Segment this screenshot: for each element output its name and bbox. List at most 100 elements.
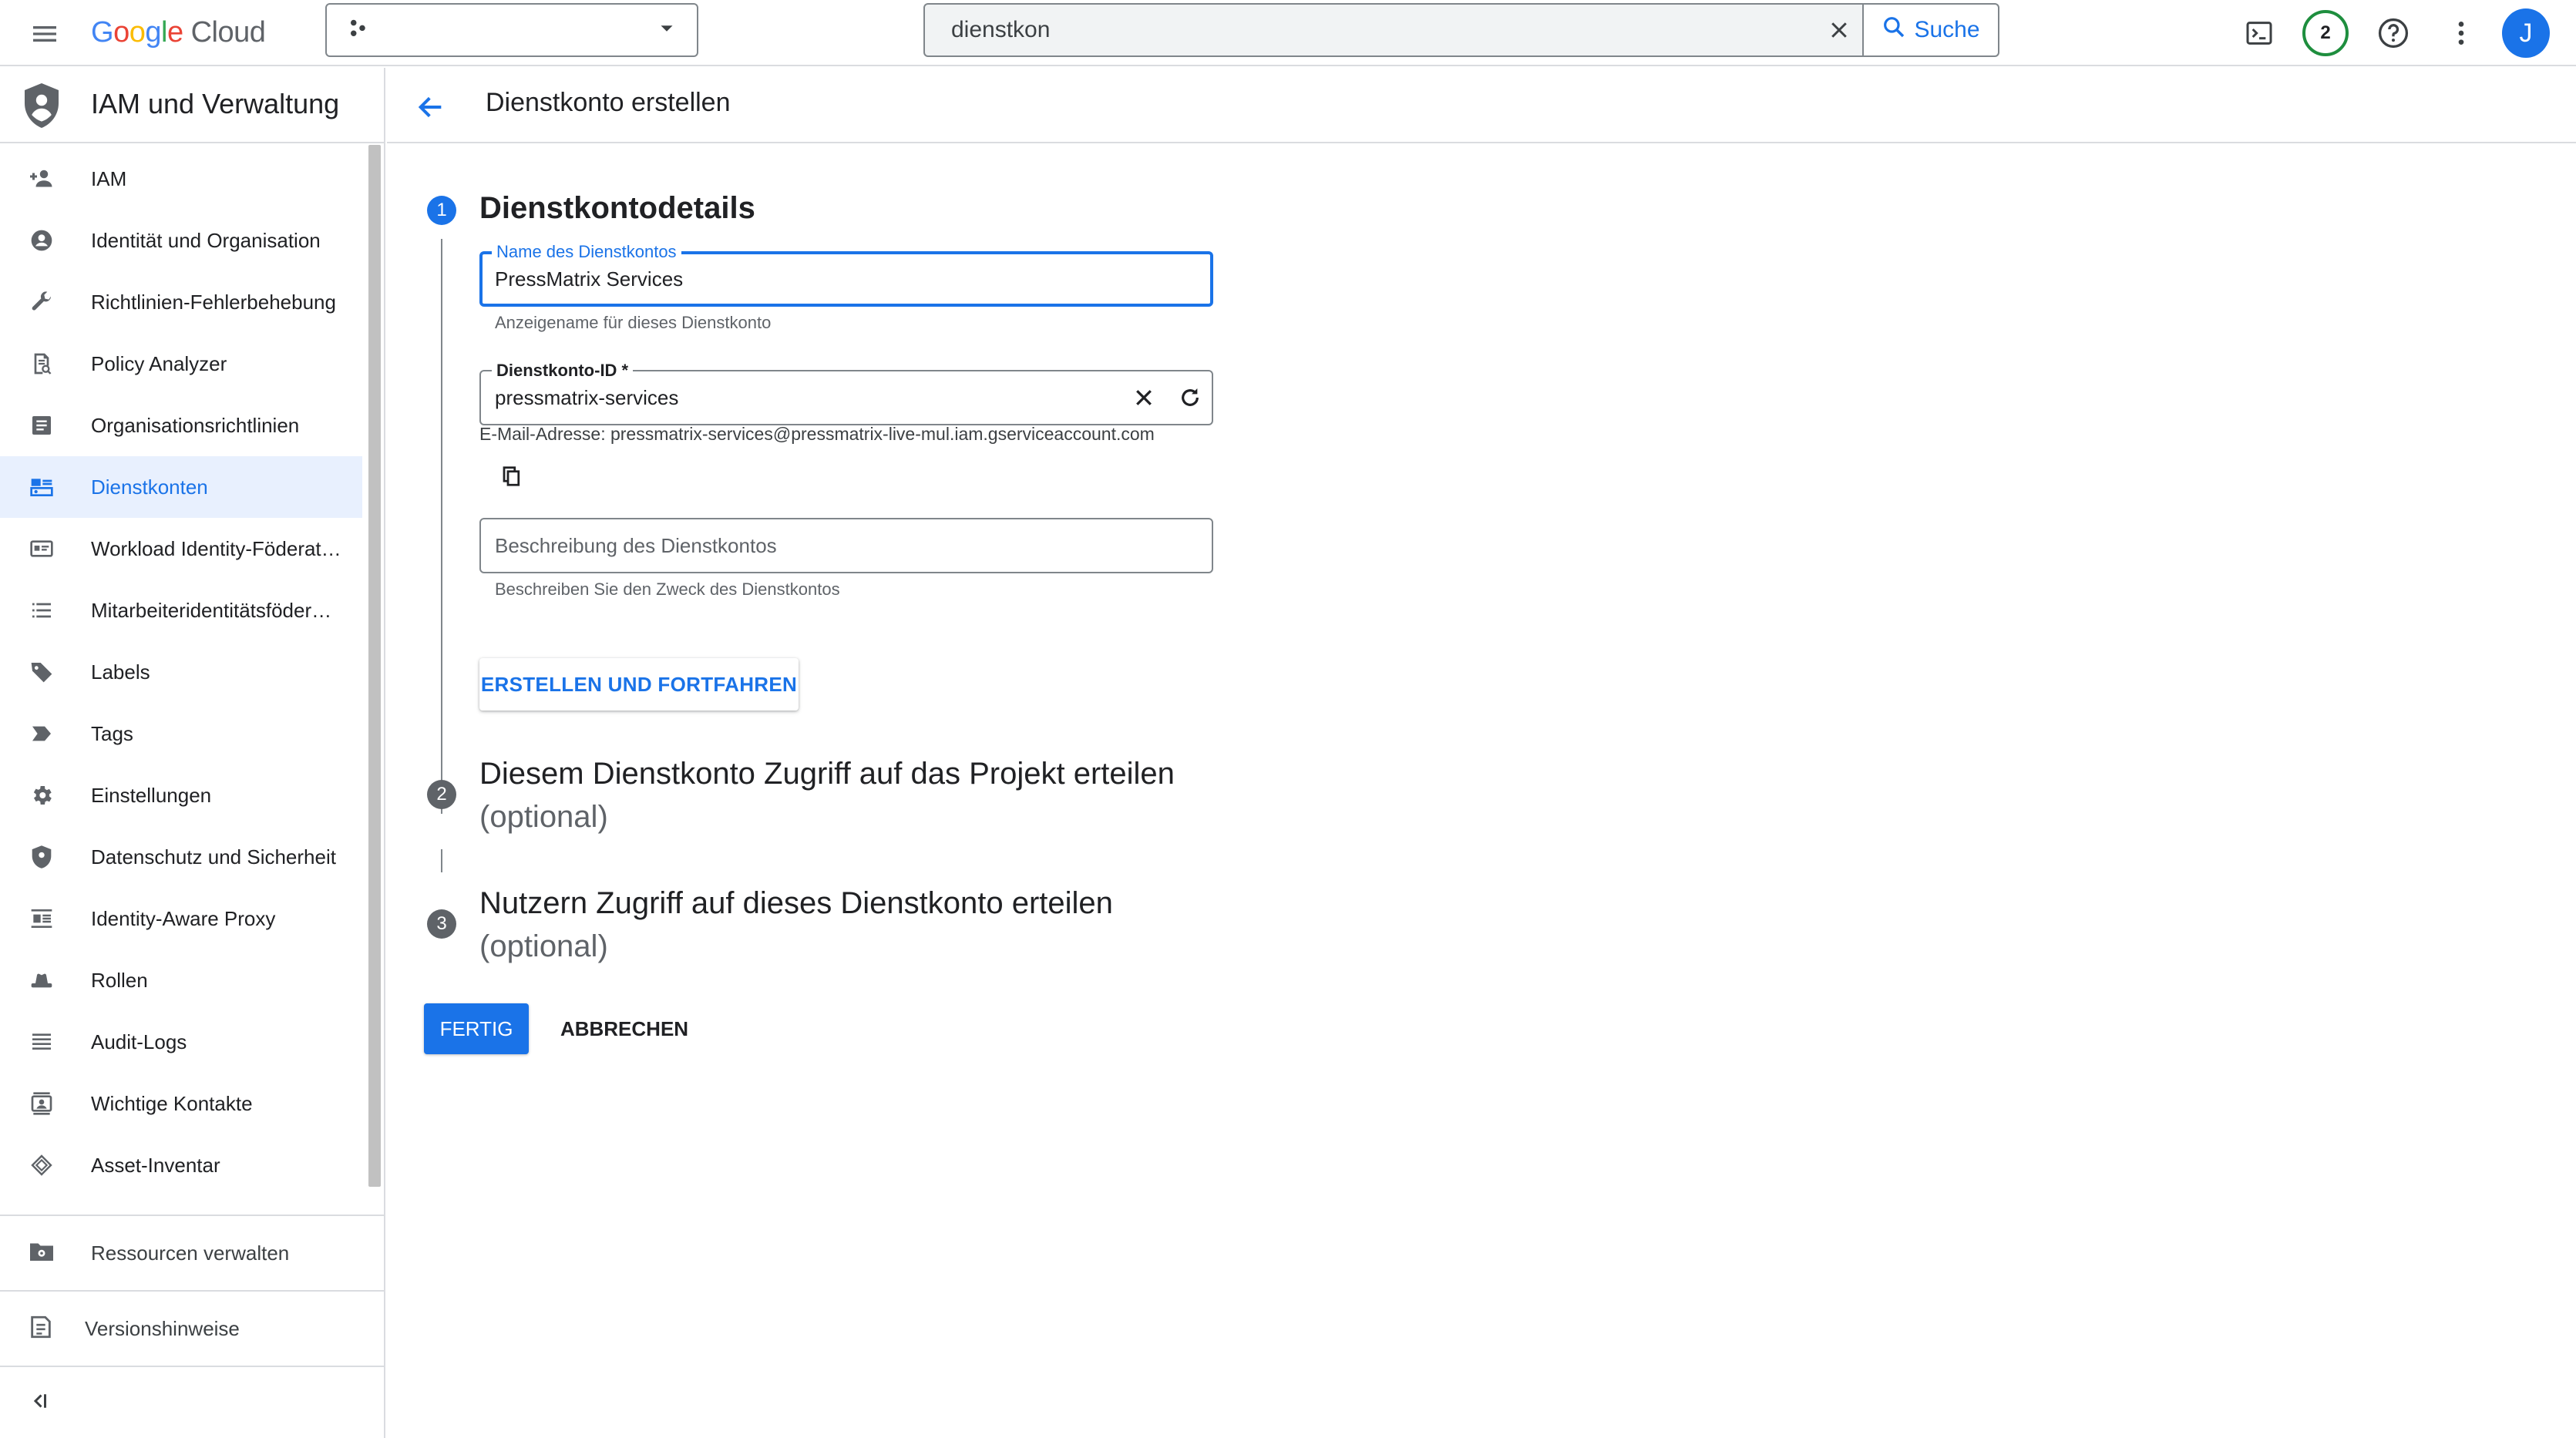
logo-letter: g (145, 15, 161, 49)
manage-resources-label: Ressourcen verwalten (91, 1241, 290, 1265)
sidebar-item-workforce-identity[interactable]: Mitarbeiteridentitätsföder… (0, 580, 362, 641)
sidebar-item-identity-aware-proxy[interactable]: Identity-Aware Proxy (0, 888, 362, 949)
sidebar-item-audit-logs[interactable]: Audit-Logs (0, 1011, 362, 1073)
list-icon (28, 596, 55, 624)
google-cloud-logo[interactable]: Go o g l e Cloud (91, 11, 266, 54)
sidebar-item-label: IAM (91, 166, 127, 190)
wrench-icon (28, 288, 55, 316)
step-2-number: 2 (427, 780, 456, 809)
sidebar-item-policy-analyzer[interactable]: Policy Analyzer (0, 333, 362, 395)
account-circle-icon (28, 227, 55, 254)
label-tag-icon (28, 658, 55, 686)
step-connector (441, 239, 442, 814)
service-account-icon (28, 473, 55, 501)
create-and-continue-button[interactable]: ERSTELLEN UND FORTFAHREN (479, 658, 799, 711)
project-dots-icon (347, 17, 370, 44)
release-notes-label: Versionshinweise (85, 1316, 240, 1340)
id-card-icon (28, 535, 55, 563)
logo-letter: o (113, 15, 129, 49)
sidebar-item-settings[interactable]: Einstellungen (0, 764, 362, 826)
logo-letter: l (160, 15, 167, 49)
sidebar-item-essential-contacts[interactable]: Wichtige Kontakte (0, 1073, 362, 1134)
done-button[interactable]: FERTIG (424, 1003, 529, 1054)
shield-icon (28, 843, 55, 871)
cloud-shell-icon[interactable] (2235, 9, 2283, 57)
main-content: Dienstkonto erstellen 1 Dienstkontodetai… (387, 68, 2576, 1438)
clear-id-icon[interactable] (1125, 379, 1162, 416)
sidebar-item-label: Labels (91, 660, 150, 684)
refresh-icon[interactable] (1172, 379, 1209, 416)
help-icon[interactable] (2369, 9, 2417, 57)
chevron-down-icon (655, 17, 678, 44)
sidebar-item-privacy-security[interactable]: Datenschutz und Sicherheit (0, 826, 362, 888)
sidebar-item-workload-identity[interactable]: Workload Identity-Föderat… (0, 518, 362, 580)
service-account-name-field: Name des Dienstkontos (479, 242, 1213, 307)
step-3-optional: (optional) (479, 929, 608, 963)
search-bar: Suche (923, 3, 1999, 57)
clear-search-icon[interactable] (1816, 5, 1862, 55)
logo-cloud-text: Cloud (190, 15, 266, 49)
diamond-icon (28, 1151, 55, 1179)
search-button[interactable]: Suche (1862, 5, 1998, 55)
cancel-button[interactable]: ABBRECHEN (549, 1003, 700, 1054)
sidebar-item-tags[interactable]: Tags (0, 703, 362, 764)
service-account-description-hint: Beschreiben Sie den Zweck des Dienstkont… (495, 580, 840, 599)
sidebar-item-label: Wichtige Kontakte (91, 1091, 253, 1115)
step-2-optional: (optional) (479, 800, 608, 834)
sidebar: IAM und Verwaltung IAM Identität und Org… (0, 68, 385, 1438)
collapse-sidebar-icon (28, 1389, 51, 1416)
service-account-description-input[interactable] (495, 519, 1111, 572)
more-vert-icon[interactable] (2437, 9, 2485, 57)
sidebar-item-roles[interactable]: Rollen (0, 949, 362, 1011)
step-1-title: Dienstkontodetails (479, 191, 755, 225)
sidebar-item-service-accounts[interactable]: Dienstkonten (0, 456, 362, 518)
project-picker[interactable] (325, 3, 698, 57)
back-arrow-icon[interactable] (410, 86, 452, 128)
sidebar-header: IAM und Verwaltung (0, 68, 385, 143)
step-2-title: Diesem Dienstkonto Zugriff auf das Proje… (479, 757, 1175, 791)
collapse-sidebar-button[interactable] (0, 1367, 385, 1438)
service-account-id-input[interactable] (495, 371, 1111, 424)
notifications-count: 2 (2302, 10, 2349, 56)
sidebar-item-label: Dienstkonten (91, 475, 208, 499)
gear-icon (28, 781, 55, 809)
sidebar-item-policy-troubleshooter[interactable]: Richtlinien-Fehlerbehebung (0, 271, 362, 333)
copy-icon[interactable] (496, 461, 527, 492)
search-button-label: Suche (1914, 17, 1980, 42)
sidebar-item-iam[interactable]: IAM (0, 148, 362, 210)
sidebar-item-org-policies[interactable]: Organisationsrichtlinien (0, 395, 362, 456)
app-root: GoogleCloud Suche (0, 0, 2576, 1438)
policy-search-icon (28, 350, 55, 378)
sidebar-item-label: Richtlinien-Fehlerbehebung (91, 290, 336, 314)
sidebar-item-label: Datenschutz und Sicherheit (91, 845, 336, 869)
sidebar-release-notes[interactable]: Versionshinweise (0, 1292, 385, 1366)
sidebar-item-label: Rollen (91, 968, 148, 992)
iam-shield-icon (22, 82, 62, 133)
service-account-description-field (479, 518, 1213, 573)
notifications-button[interactable]: 2 (2302, 9, 2349, 57)
service-account-name-hint: Anzeigename für dieses Dienstkonto (495, 313, 772, 332)
sidebar-item-label: Tags (91, 721, 133, 745)
sidebar-item-label: Asset-Inventar (91, 1153, 220, 1177)
service-account-name-input[interactable] (495, 254, 1111, 304)
sidebar-item-label: Policy Analyzer (91, 351, 227, 375)
sidebar-item-label: Organisationsrichtlinien (91, 413, 300, 437)
hat-icon (28, 966, 55, 994)
account-button[interactable]: J (2502, 8, 2550, 58)
search-input[interactable] (925, 5, 1816, 55)
tag-arrow-icon (28, 720, 55, 748)
sidebar-item-identity-organisation[interactable]: Identität und Organisation (0, 210, 362, 271)
top-bar: GoogleCloud Suche (0, 0, 2576, 66)
sidebar-item-asset-inventory[interactable]: Asset-Inventar (0, 1134, 362, 1196)
sidebar-item-label: Identity-Aware Proxy (91, 906, 276, 930)
step-1-number: 1 (427, 196, 456, 225)
avatar: J (2502, 8, 2550, 58)
step-3-title: Nutzern Zugriff auf dieses Dienstkonto e… (479, 886, 1113, 920)
sidebar-manage-resources[interactable]: Ressourcen verwalten (0, 1216, 385, 1290)
proxy-icon (28, 905, 55, 932)
step-connector (441, 849, 442, 872)
sidebar-item-labels[interactable]: Labels (0, 641, 362, 703)
sidebar-item-label: Einstellungen (91, 783, 212, 807)
sidebar-scrollbar[interactable] (368, 145, 381, 1187)
hamburger-menu-icon[interactable] (25, 14, 65, 54)
